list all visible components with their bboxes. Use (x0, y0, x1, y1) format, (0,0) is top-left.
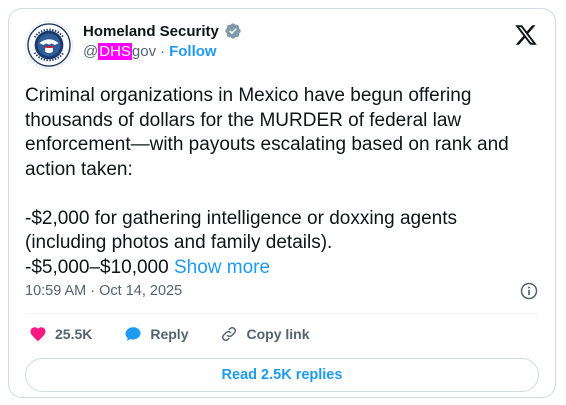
divider (25, 313, 539, 314)
reply-label: Reply (150, 326, 189, 342)
like-count: 25.5K (55, 326, 93, 342)
heart-icon (30, 327, 46, 342)
info-icon[interactable] (519, 281, 539, 301)
dhs-seal-icon (27, 23, 71, 67)
copy-link-label: Copy link (246, 326, 310, 342)
avatar[interactable] (25, 21, 73, 69)
handle-highlight: DHS (98, 43, 132, 60)
reply-bubble-icon (125, 327, 141, 341)
post-text: Criminal organizations in Mexico have be… (25, 84, 540, 280)
copy-link-button[interactable]: Copy link (220, 325, 310, 343)
handle-row: @ DHS gov · Follow (83, 43, 217, 60)
handle-suffix: gov (131, 43, 157, 60)
separator-dot: · (160, 43, 166, 60)
show-more-link[interactable]: Show more (174, 257, 270, 278)
reply-button[interactable]: Reply (124, 325, 188, 343)
read-replies-label: Read 2.5K replies (221, 367, 343, 383)
link-icon (222, 326, 237, 342)
tweet-embed-card: Homeland Security @ DHS gov · Follow Crimi… (8, 8, 556, 398)
read-replies-button[interactable]: Read 2.5K replies (25, 358, 539, 392)
post-timestamp[interactable]: 10:59 AM · Oct 14, 2025 (25, 283, 182, 299)
x-logo-icon[interactable] (514, 23, 538, 47)
account-name-row: Homeland Security (83, 22, 242, 40)
post-body: Criminal organizations in Mexico have be… (25, 85, 509, 278)
follow-button[interactable]: Follow (169, 43, 217, 60)
verified-badge-icon (225, 23, 241, 39)
action-bar: 25.5K Reply Copy link (29, 325, 342, 343)
account-name[interactable]: Homeland Security (83, 23, 219, 40)
like-button[interactable]: 25.5K (29, 325, 92, 343)
handle-prefix: @ (83, 43, 99, 60)
